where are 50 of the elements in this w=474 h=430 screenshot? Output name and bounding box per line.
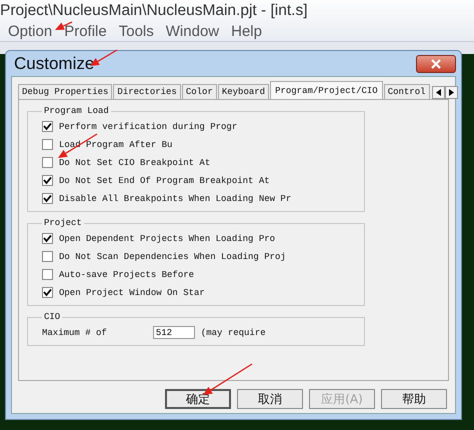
- left-triangle-icon: [436, 89, 441, 96]
- window-title: Project\NucleusMain\NucleusMain.pjt - [int.s]: [0, 1, 308, 21]
- right-triangle-icon: [448, 89, 454, 96]
- checkbox[interactable]: [42, 175, 53, 186]
- annotation-arrow: [203, 363, 252, 395]
- checkbox[interactable]: [42, 121, 53, 132]
- option-label: Do Not Scan Dependencies When Loading Proj: [59, 252, 286, 262]
- group-title: Program Load: [43, 106, 110, 116]
- checkbox[interactable]: [42, 287, 53, 298]
- menu-item[interactable]: Window: [166, 22, 220, 40]
- checkbox[interactable]: [42, 269, 53, 280]
- tab[interactable]: Control: [384, 84, 430, 99]
- dialog-button[interactable]: 取消: [237, 389, 303, 409]
- check-icon: [43, 234, 52, 243]
- close-button[interactable]: [416, 54, 456, 72]
- option-label: Load Program After Bu: [59, 140, 172, 150]
- option-label: Open Project Window On Star: [59, 288, 205, 298]
- checkbox[interactable]: [42, 157, 53, 168]
- checkbox[interactable]: [42, 193, 53, 204]
- close-icon: [430, 58, 442, 68]
- tab[interactable]: Program/Project/CIO: [270, 81, 383, 99]
- option-label: Auto-save Projects Before: [59, 270, 194, 280]
- dialog-button[interactable]: 确定: [165, 389, 231, 409]
- option-label: Do Not Set CIO Breakpoint At: [59, 158, 210, 168]
- menu-item[interactable]: Profile: [64, 22, 107, 40]
- menu-item[interactable]: Tools: [118, 22, 154, 40]
- scroll-left-button[interactable]: [432, 86, 445, 99]
- scroll-right-button[interactable]: [444, 86, 458, 99]
- field-note: (may require: [200, 328, 266, 338]
- option-label: Disable All Breakpoints When Loading New Pr: [59, 194, 292, 204]
- checkbox[interactable]: [42, 251, 53, 262]
- check-icon: [43, 288, 52, 297]
- tab[interactable]: Color: [182, 84, 217, 99]
- tab[interactable]: Keyboard: [218, 84, 270, 99]
- group-title: Project: [43, 218, 83, 228]
- field-label: Maximum # of: [42, 328, 107, 338]
- option-label: Open Dependent Projects When Loading Pro: [59, 234, 276, 244]
- menu-item[interactable]: Help: [231, 22, 262, 40]
- dialog-title: Customize: [13, 54, 94, 74]
- option-label: Do Not Set End Of Program Breakpoint At: [59, 176, 270, 186]
- tab[interactable]: Debug Properties: [18, 84, 112, 99]
- input-field[interactable]: 512: [152, 326, 195, 339]
- menu-item[interactable]: Option: [8, 22, 52, 40]
- group-title: CIO: [43, 312, 62, 322]
- check-icon: [43, 122, 52, 131]
- dialog-button[interactable]: 帮助: [381, 389, 447, 409]
- checkbox[interactable]: [42, 233, 53, 244]
- tab[interactable]: Directories: [113, 84, 181, 99]
- option-label: Perform verification during Progr: [59, 122, 238, 132]
- checkbox[interactable]: [42, 139, 53, 150]
